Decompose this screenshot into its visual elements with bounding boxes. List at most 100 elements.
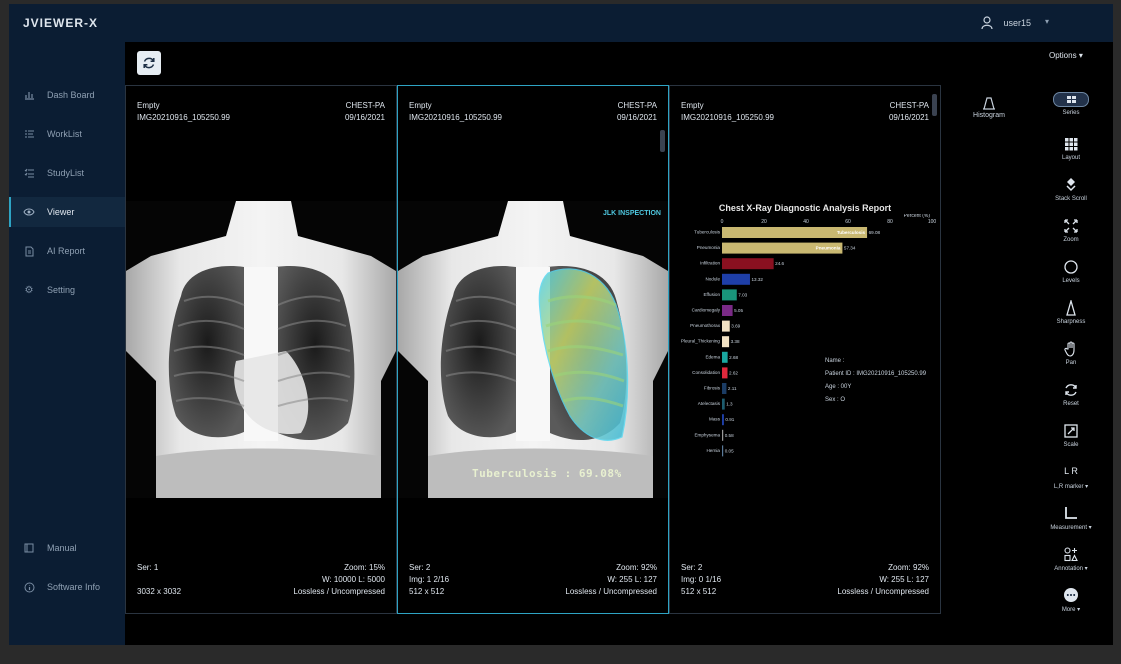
sidebar-item-label: Viewer	[47, 207, 75, 217]
bar	[722, 305, 733, 316]
bar	[722, 414, 724, 426]
document-icon	[23, 245, 35, 257]
refresh-icon	[143, 57, 155, 69]
x-axis-label: Percent (%)	[904, 214, 931, 219]
image-matrix: 512 x 512	[409, 587, 445, 596]
study-date: 09/16/2021	[616, 113, 657, 122]
bar-inline-label: Tuberculosis	[837, 230, 866, 235]
sharpness-icon	[1066, 300, 1076, 316]
viewport-top-left-info: Empty IMG20210916_105250.99	[409, 100, 502, 124]
patient-id: Patient ID : IMG20210916_105250.99	[825, 371, 927, 377]
data-label: 3.69	[731, 324, 740, 329]
options-menu[interactable]: Options ▾	[1049, 51, 1083, 60]
sidebar-item-viewer[interactable]: Viewer	[9, 197, 125, 227]
histogram-icon	[983, 97, 995, 110]
image-matrix: 3032 x 3032	[137, 587, 182, 596]
tool-label: Stack Scroll	[1055, 196, 1087, 202]
viewport-bottom-right-info: Zoom: 15% W: 10000 L: 5000 Lossless / Un…	[293, 562, 385, 598]
viewport-scrollbar[interactable]	[660, 130, 665, 152]
viewport-top-left-info: Empty IMG20210916_105250.99	[137, 100, 230, 124]
category-label: Effusion	[703, 292, 720, 297]
sidebar-item-label: Manual	[47, 543, 77, 553]
compression: Lossless / Uncompressed	[293, 587, 385, 596]
sidebar-item-setting[interactable]: ⚙ Setting	[9, 275, 125, 305]
sidebar: Dash Board WorkList StudyList Viewer AI …	[9, 42, 125, 645]
annotation-icon	[1064, 547, 1078, 562]
sidebar-item-label: Setting	[47, 285, 76, 295]
viewport-scrollbar[interactable]	[932, 94, 937, 116]
image-matrix: 512 x 512	[681, 587, 717, 596]
user-menu[interactable]: user15	[981, 16, 1031, 30]
tool-reset[interactable]: Reset	[1029, 382, 1113, 407]
tool-label: Pan	[1065, 360, 1077, 366]
sidebar-item-label: Software Info	[47, 582, 101, 592]
tool-label: Series	[1062, 110, 1080, 116]
tool-zoom[interactable]: Zoom	[1029, 218, 1113, 243]
data-label: 2.62	[729, 370, 738, 375]
sidebar-item-studylist[interactable]: StudyList	[9, 158, 125, 188]
data-label: 3.38	[731, 339, 740, 344]
x-tick-label: 40	[803, 219, 809, 225]
compression: Lossless / Uncompressed	[837, 587, 929, 596]
diagnosis-bar-chart: Percent (%) 0 20 40 60 80 100 Tuberculosis Tuber…	[681, 214, 936, 457]
viewport-3[interactable]: Empty IMG20210916_105250.99 CHEST-PA 09/…	[669, 85, 941, 614]
x-tick-label: 80	[887, 219, 893, 225]
tool-stack-scroll[interactable]: Stack Scroll	[1029, 177, 1113, 202]
bar	[722, 273, 750, 285]
viewport-top-right-info: CHEST-PA 09/16/2021	[617, 100, 657, 124]
viewport-bottom-left-info: Ser: 1 3032 x 3032	[137, 562, 181, 598]
tool-measurement[interactable]: Measurement ▾	[1029, 505, 1113, 531]
sidebar-item-label: Dash Board	[47, 90, 95, 100]
tool-scale[interactable]: Scale	[1029, 423, 1113, 448]
viewport-bottom-right-info: Zoom: 92% W: 255 L: 127 Lossless / Uncom…	[837, 562, 929, 598]
category-label: Infiltration	[700, 261, 720, 266]
category-label: Mass	[709, 417, 721, 422]
tool-series[interactable]: Series	[1029, 92, 1113, 116]
tool-annotation[interactable]: Annotation ▾	[1029, 546, 1113, 572]
more-icon	[1064, 588, 1078, 602]
study-date: 09/16/2021	[888, 113, 929, 122]
x-tick-label: 60	[845, 219, 851, 225]
tool-levels[interactable]: Levels	[1029, 259, 1113, 284]
tool-sharpness[interactable]: Sharpness	[1029, 300, 1113, 325]
data-label: 5.05	[734, 308, 743, 313]
tool-pan[interactable]: Pan	[1029, 341, 1113, 366]
bar	[722, 383, 727, 394]
sidebar-item-manual[interactable]: Manual	[9, 533, 125, 563]
bar	[722, 336, 730, 348]
refresh-button[interactable]	[137, 51, 161, 75]
data-label: 2.11	[728, 386, 737, 391]
tool-label: Levels	[1062, 278, 1080, 284]
app-title: JVIEWER-X	[23, 16, 99, 30]
tool-lr-marker[interactable]: L R L,R marker ▾	[1029, 464, 1113, 490]
chart-icon	[23, 89, 35, 101]
bar	[722, 445, 724, 457]
sidebar-item-ai-report[interactable]: AI Report	[9, 236, 125, 266]
bar	[722, 351, 728, 363]
data-label: 7.03	[738, 292, 747, 297]
sidebar-item-label: WorkList	[47, 129, 82, 139]
tool-layout[interactable]: Layout	[1029, 136, 1113, 161]
zoom-level: Zoom: 92%	[888, 563, 929, 572]
sidebar-item-software-info[interactable]: Software Info	[9, 572, 125, 602]
viewport-2[interactable]: Empty IMG20210916_105250.99 CHEST-PA 09/…	[397, 85, 669, 614]
tool-label: Layout	[1061, 155, 1080, 161]
category-label: Atelectasis	[698, 401, 721, 406]
category-label: Pneumonia	[697, 245, 721, 250]
tool-label: Scale	[1063, 442, 1079, 448]
tool-label: More	[1061, 607, 1076, 613]
histogram-button[interactable]: Histogram	[969, 96, 1009, 119]
levels-icon	[1064, 260, 1078, 274]
category-label: Tuberculosis	[694, 230, 721, 235]
viewport-1[interactable]: Empty IMG20210916_105250.99 CHEST-PA 09/…	[125, 85, 397, 614]
viewport-area: Empty IMG20210916_105250.99 CHEST-PA 09/…	[125, 85, 941, 614]
sidebar-item-worklist[interactable]: WorkList	[9, 119, 125, 149]
tool-more[interactable]: More ▾	[1029, 587, 1113, 613]
body-part: CHEST-PA	[617, 101, 657, 110]
pan-hand-icon	[1064, 341, 1075, 357]
chevron-down-icon[interactable]: ▾	[1045, 17, 1049, 26]
tool-label: Annotation	[1054, 566, 1083, 572]
list-check-icon	[23, 167, 35, 179]
study-desc: Empty	[137, 101, 160, 110]
sidebar-item-dashboard[interactable]: Dash Board	[9, 80, 125, 110]
